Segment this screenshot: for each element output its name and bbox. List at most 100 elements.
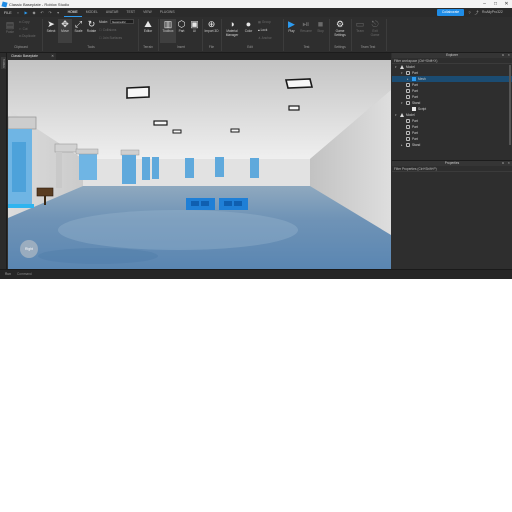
tools-group-label: Tools <box>87 45 95 49</box>
scale-tool-button[interactable]: ⤢ Scale <box>72 19 85 33</box>
duplicate-button[interactable]: ⧉ Duplicate <box>19 34 35 38</box>
ceiling-light <box>153 120 168 126</box>
collaborate-button[interactable]: Collaborate <box>437 9 464 16</box>
sign-post <box>44 196 46 205</box>
part-icon <box>406 119 410 123</box>
move-tool-button[interactable]: ✥ Move <box>58 19 72 43</box>
resume-button[interactable]: ⏯ Resume <box>299 19 313 33</box>
close-tab-icon[interactable]: ✕ <box>51 53 54 60</box>
toolbox-button[interactable]: ▥ Toolbox <box>160 19 176 43</box>
title-bar: Classic Baseplate - Roblox Studio – □ ✕ <box>0 0 512 8</box>
display-case <box>142 157 150 180</box>
share-icon[interactable]: ⤴ <box>473 9 480 16</box>
close-icon[interactable]: ✕ <box>501 0 512 8</box>
panel-close-icon[interactable]: ✕ <box>507 53 510 58</box>
play-icon: ▶ <box>288 19 295 29</box>
pad-detail <box>201 201 209 206</box>
tab-test[interactable]: TEST <box>122 8 139 17</box>
group-button[interactable]: ▦ Group <box>258 20 271 24</box>
color-button[interactable]: ● Color <box>242 19 255 33</box>
paste-button[interactable]: ▤ Paste <box>3 20 17 34</box>
toolbox-side-tab[interactable]: Toolbox <box>1 57 6 69</box>
display-pillar <box>56 152 62 188</box>
user-name[interactable]: RoAllyPro322 <box>482 8 503 17</box>
explorer-tree: ▾ Model ▾ Part ▸ Mesh Part Part Part ▾ Stand Script… <box>392 64 512 148</box>
stop-button[interactable]: ■ Stop <box>314 19 327 33</box>
ui-button[interactable]: ▣ UI <box>189 19 200 33</box>
file-menu[interactable]: FILE <box>4 11 12 15</box>
import-3d-button[interactable]: ⊕ Import 3D <box>204 19 219 33</box>
quick-settings-icon[interactable]: ◆ <box>32 10 37 15</box>
display-case <box>250 158 259 178</box>
save-icon[interactable]: ▪ <box>16 10 21 15</box>
ceiling-light <box>172 129 182 134</box>
view-selector-label[interactable]: Right <box>20 240 38 258</box>
tab-avatar[interactable]: AVATAR <box>102 8 123 17</box>
anchor-button[interactable]: ⚓︎ Anchor <box>258 36 272 40</box>
quick-play-icon[interactable]: ▶ <box>24 10 29 15</box>
panel-dock-icon[interactable]: ⧉ <box>502 53 504 58</box>
tab-model[interactable]: MODEL <box>82 8 102 17</box>
pad-detail <box>224 201 232 206</box>
display-case <box>152 157 159 179</box>
3d-viewport[interactable]: Right <box>8 60 391 269</box>
copy-button[interactable]: ⧉ Copy <box>19 20 30 24</box>
part-button[interactable]: ⬡ Part <box>176 19 187 33</box>
command-bar-input[interactable]: Command <box>17 272 32 276</box>
mode-dropdown[interactable]: Geometric <box>110 19 134 24</box>
redo-icon[interactable]: ↷ <box>48 10 53 15</box>
test-group-label: Test <box>303 45 310 49</box>
scale-icon: ⤢ <box>74 19 83 29</box>
tab-home[interactable]: HOME <box>63 8 82 17</box>
display-cap <box>120 149 140 156</box>
collisions-toggle[interactable]: ☐ Collisions <box>99 28 116 32</box>
panel-dock-icon[interactable]: ⧉ <box>502 161 504 166</box>
move-icon: ✥ <box>61 19 69 29</box>
pad-detail <box>234 201 242 206</box>
part-icon <box>406 95 410 99</box>
game-settings-button[interactable]: ⚙ Game Settings <box>331 19 349 37</box>
display-case <box>122 155 136 184</box>
explorer-scrollbar[interactable] <box>509 65 511 145</box>
exit-game-button[interactable]: ⎋ Exit Game <box>368 19 382 37</box>
material-manager-button[interactable]: ◑ Material Manager <box>223 19 241 37</box>
tab-view[interactable]: VIEW <box>139 8 156 17</box>
join-surfaces-toggle[interactable]: ☐ Join Surfaces <box>99 36 122 40</box>
explorer-panel: Explorer ⧉ ✕ Filter workspace (Ctrl+Shif… <box>392 53 512 160</box>
display-case <box>79 154 97 180</box>
color-swatch-icon: ● <box>245 19 252 29</box>
document-tabs: Classic Baseplate ✕ <box>8 53 391 60</box>
expand-arrow-icon[interactable]: ▸ <box>401 142 405 148</box>
properties-panel: Properties ⧉ ✕ Filter Properties (Ctrl+S… <box>392 160 512 269</box>
tree-item-stand[interactable]: ▸ Stand <box>392 142 512 148</box>
terrain-editor-button[interactable]: ⛰ Editor <box>140 19 156 33</box>
part-icon <box>406 137 410 141</box>
help-icon[interactable]: ? <box>466 9 473 16</box>
lock-button[interactable]: 🔒︎ Lock <box>258 28 267 32</box>
team-test-button[interactable]: ▭ Team <box>353 19 367 33</box>
rotate-icon: ↻ <box>87 19 96 29</box>
gear-icon: ⚙ <box>335 19 345 29</box>
scene-render <box>8 60 391 269</box>
paste-icon: ▤ <box>5 20 15 30</box>
cut-button[interactable]: ✂ Cut <box>19 27 28 31</box>
minimize-icon[interactable]: – <box>479 0 490 8</box>
undo-icon[interactable]: ↶ <box>40 10 45 15</box>
terrain-group-label: Terrain <box>143 45 153 49</box>
insert-group-label: Insert <box>177 45 185 49</box>
tab-plugins[interactable]: PLUGINS <box>156 8 179 17</box>
part-icon <box>406 89 410 93</box>
doc-tab-classic-baseplate[interactable]: Classic Baseplate ✕ <box>8 53 56 60</box>
part-icon <box>406 83 410 87</box>
ceiling-light <box>126 86 150 99</box>
properties-filter-input[interactable]: Filter Properties (Ctrl+Shift+P) <box>392 166 512 172</box>
part-icon <box>406 143 410 147</box>
select-tool-button[interactable]: ➤ Select <box>44 19 58 33</box>
maximize-icon[interactable]: □ <box>490 0 501 8</box>
play-button[interactable]: ▶ Play <box>285 19 298 33</box>
rotate-tool-button[interactable]: ↻ Rotate <box>85 19 98 33</box>
customize-icon[interactable]: ▾ <box>56 10 61 15</box>
material-icon: ◑ <box>229 19 235 29</box>
panel-close-icon[interactable]: ✕ <box>507 161 510 166</box>
ceiling-light <box>288 105 300 111</box>
